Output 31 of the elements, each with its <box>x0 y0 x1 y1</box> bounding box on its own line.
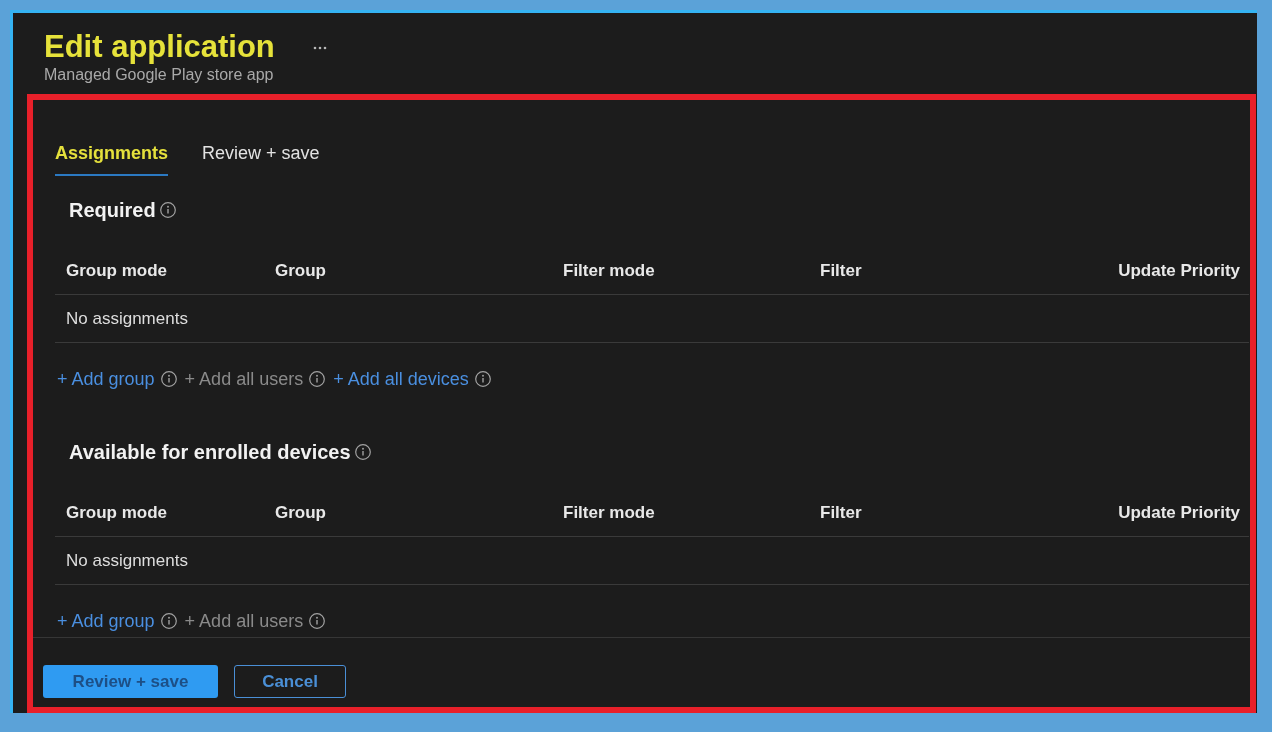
column-header: Filter mode <box>563 503 655 523</box>
info-icon <box>354 444 371 460</box>
column-header: Update Priority <box>1118 261 1240 281</box>
column-header: Update Priority <box>1118 503 1240 523</box>
column-header: Filter mode <box>563 261 655 281</box>
column-header: Group <box>275 261 326 281</box>
review-save-button[interactable]: Review + save <box>43 665 218 698</box>
add-link[interactable]: + Add all devices <box>333 368 469 390</box>
info-icon <box>309 613 326 629</box>
empty-state-text: No assignments <box>66 550 188 571</box>
section-title: Required <box>69 198 156 222</box>
info-icon <box>160 613 177 629</box>
info-icon <box>160 371 177 387</box>
add-link[interactable]: + Add group <box>57 610 155 632</box>
column-header: Group <box>275 503 326 523</box>
column-header: Filter <box>820 503 862 523</box>
more-icon[interactable] <box>312 46 327 50</box>
info-icon <box>159 202 176 218</box>
empty-state-text: No assignments <box>66 308 188 329</box>
column-header: Group mode <box>66 503 168 523</box>
column-header: Filter <box>820 261 862 281</box>
page-title: Edit application <box>44 29 275 65</box>
column-header: Group mode <box>66 261 168 281</box>
page-subtitle: Managed Google Play store app <box>44 65 275 85</box>
tab[interactable]: Review + save <box>202 141 320 176</box>
tab[interactable]: Assignments <box>55 141 169 176</box>
add-link[interactable]: + Add group <box>57 368 155 390</box>
section-title: Available for enrolled devices <box>69 440 351 464</box>
info-icon <box>474 371 491 387</box>
info-icon <box>309 371 326 387</box>
cancel-button[interactable]: Cancel <box>234 665 346 698</box>
